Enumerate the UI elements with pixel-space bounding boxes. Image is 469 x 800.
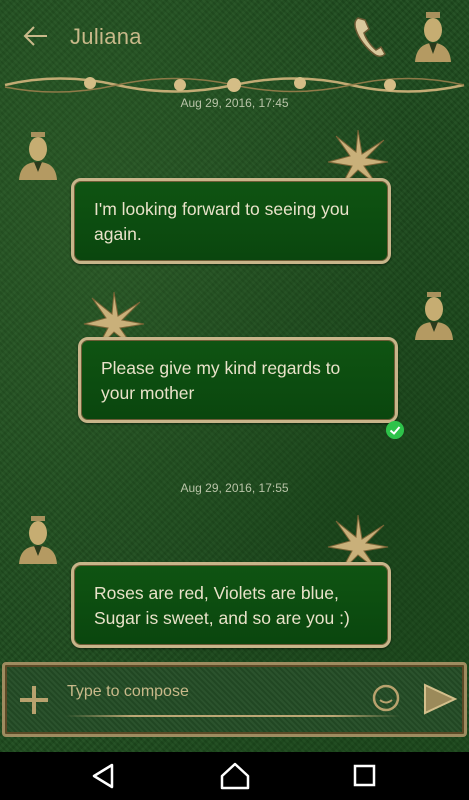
incoming-message-bubble[interactable]: I'm looking forward to seeing you again. [71, 178, 391, 264]
message-text: Please give my kind regards to your moth… [101, 358, 341, 403]
incoming-message-bubble[interactable]: Roses are red, Violets are blue, Sugar i… [71, 562, 391, 648]
timestamp: Aug 29, 2016, 17:55 [180, 481, 289, 495]
outgoing-message-bubble[interactable]: Please give my kind regards to your moth… [78, 337, 398, 423]
contact-name: Juliana [70, 24, 142, 49]
compose-bar [2, 662, 467, 737]
send-arrow-icon[interactable] [419, 679, 459, 719]
home-icon[interactable] [215, 760, 255, 792]
smiley-icon[interactable] [371, 683, 401, 713]
my-avatar-icon[interactable] [412, 290, 456, 342]
app-header: Juliana [0, 0, 469, 93]
plus-icon[interactable] [17, 683, 51, 717]
phone-icon[interactable] [350, 14, 390, 60]
system-navigation-bar [0, 752, 469, 800]
square-recents-icon[interactable] [344, 760, 384, 792]
compose-input[interactable] [67, 679, 367, 705]
contact-avatar-icon[interactable] [412, 10, 454, 64]
timestamp: Aug 29, 2016, 17:45 [180, 96, 289, 110]
triangle-back-icon[interactable] [84, 760, 124, 792]
compose-underline [65, 715, 400, 717]
delivered-check-icon [386, 421, 404, 439]
back-arrow-icon[interactable] [22, 22, 50, 50]
message-text: Roses are red, Violets are blue, Sugar i… [94, 583, 350, 628]
contact-avatar-icon[interactable] [16, 130, 60, 182]
message-text: I'm looking forward to seeing you again. [94, 199, 350, 244]
contact-avatar-icon[interactable] [16, 514, 60, 566]
conversation-screen: Juliana Aug 29, 2016, 17:45 I'm looking … [0, 0, 469, 752]
